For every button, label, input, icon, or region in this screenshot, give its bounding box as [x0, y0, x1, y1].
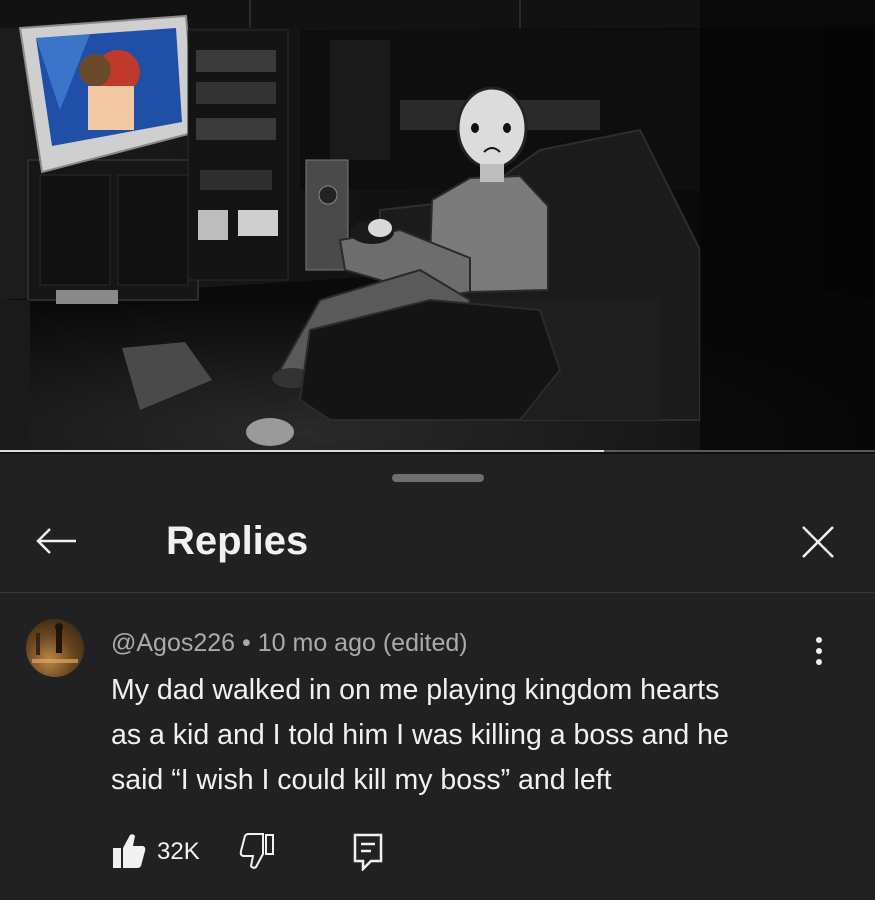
reply-button[interactable]	[351, 831, 385, 873]
meta-separator: •	[242, 629, 251, 657]
close-icon	[802, 526, 834, 558]
more-options-button[interactable]	[806, 631, 832, 671]
more-vertical-icon	[816, 637, 822, 643]
replies-sheet: Replies @Agos226 • 10 mo ago (edited) My…	[0, 454, 875, 900]
comment-text-line: My dad walked in on me playing kingdom h…	[111, 674, 720, 706]
drag-handle[interactable]	[392, 474, 484, 482]
replies-title: Replies	[166, 519, 309, 563]
comment-meta: @Agos226 • 10 mo ago (edited)	[111, 627, 468, 659]
comment-item: @Agos226 • 10 mo ago (edited) My dad wal…	[0, 593, 875, 900]
reply-comment-icon	[353, 833, 383, 873]
dislike-button[interactable]	[239, 831, 275, 871]
replies-header: Replies	[0, 494, 875, 592]
arrow-left-icon	[36, 528, 76, 554]
more-vertical-icon-dot	[816, 648, 822, 654]
comment-author[interactable]: @Agos226	[111, 629, 235, 657]
video-player[interactable]	[0, 0, 875, 452]
more-vertical-icon-dot	[816, 659, 822, 665]
avatar[interactable]	[26, 619, 84, 677]
video-progress-fill	[0, 450, 604, 452]
avatar-image	[32, 623, 78, 663]
comment-text-line: as a kid and I told him I was killing a …	[111, 719, 729, 751]
video-progress-bar[interactable]	[0, 450, 875, 452]
like-button[interactable]	[111, 831, 147, 871]
like-count: 32K	[157, 838, 200, 865]
comment-time: 10 mo ago (edited)	[257, 629, 468, 657]
thumbs-up-icon	[113, 834, 146, 868]
comment-actions: 32K	[111, 831, 411, 877]
back-button[interactable]	[28, 518, 84, 564]
comment-text-line: said “I wish I could kill my boss” and l…	[111, 764, 612, 796]
comment-text: My dad walked in on me playing kingdom h…	[111, 668, 831, 803]
close-button[interactable]	[792, 518, 844, 566]
video-frame	[0, 0, 875, 452]
thumbs-down-icon	[239, 833, 274, 869]
